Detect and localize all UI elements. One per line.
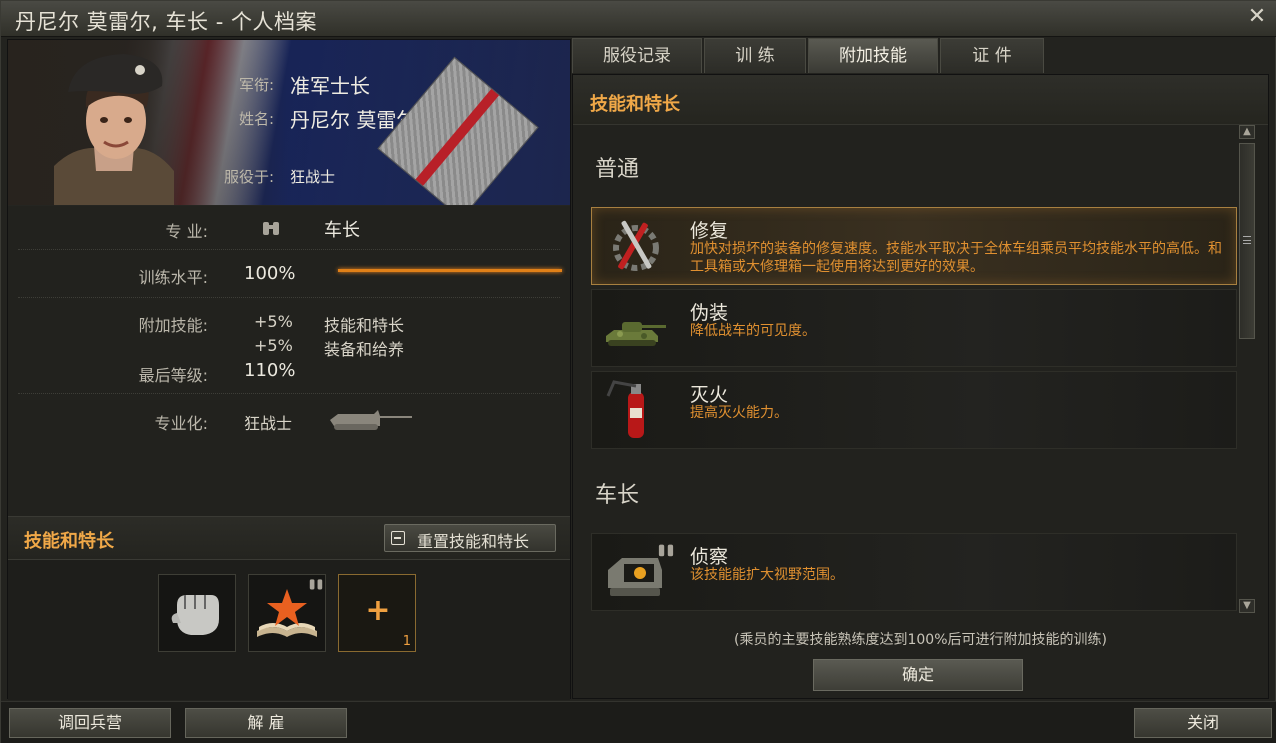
title-bar: 丹尼尔 莫雷尔, 车长 - 个人档案 ✕ bbox=[1, 1, 1276, 37]
tab-training[interactable]: 训 练 bbox=[704, 38, 806, 73]
return-to-barracks-button[interactable]: 调回兵营 bbox=[9, 708, 171, 738]
training-row: 训练水平: 100% bbox=[18, 250, 562, 298]
skills-selection-header: 技能和特长 bbox=[573, 75, 1268, 125]
specialization-label: 专业化: bbox=[154, 414, 208, 433]
skill-slot-brothers-in-arms[interactable] bbox=[158, 574, 236, 652]
bonus-value-2: +5% bbox=[254, 336, 293, 355]
close-button[interactable]: 关闭 bbox=[1134, 708, 1272, 738]
tab-additional-skills[interactable]: 附加技能 bbox=[808, 38, 938, 73]
close-icon[interactable]: ✕ bbox=[1245, 5, 1269, 29]
skill-desc: 加快对损坏的装备的修复速度。技能水平取决于全体车组乘员平均技能水平的高低。和工具… bbox=[690, 241, 1222, 275]
scroll-down-icon[interactable]: ▼ bbox=[1239, 599, 1255, 613]
skills-perks-panel: 技能和特长 重置技能和特长 + 1 bbox=[8, 516, 570, 700]
serves-label: 服役于: bbox=[223, 168, 274, 186]
fist-icon bbox=[171, 595, 219, 635]
add-skill-slot[interactable]: + 1 bbox=[338, 574, 416, 652]
bonus-name-2: 装备和给养 bbox=[324, 340, 405, 359]
skills-panel-title: 技能和特长 bbox=[24, 531, 114, 552]
bonus-label: 附加技能: bbox=[138, 316, 208, 335]
repair-tools-icon bbox=[613, 220, 659, 271]
training-label: 训练水平: bbox=[138, 268, 208, 287]
serves-value: 狂战士 bbox=[290, 168, 336, 186]
skills-selection-panel: 技能和特长 普通 修复 加快对损坏的装备的修复速度。技能水平取决于全体车组乘员平… bbox=[572, 74, 1269, 699]
skills-panel-header: 技能和特长 重置技能和特长 bbox=[8, 516, 570, 560]
specialization-row: 专业化: 狂战士 bbox=[18, 394, 560, 446]
skill-list-scrollbar[interactable]: ▲ ▼ bbox=[1239, 125, 1257, 615]
tab-service-record[interactable]: 服役记录 bbox=[572, 38, 702, 73]
fire-extinguisher-icon bbox=[606, 380, 644, 438]
scroll-thumb[interactable] bbox=[1239, 143, 1255, 339]
final-level-value: 110% bbox=[244, 360, 296, 381]
reset-skills-button[interactable]: 重置技能和特长 bbox=[384, 524, 556, 552]
group-title-commander: 车长 bbox=[595, 483, 640, 508]
reset-skills-label: 重置技能和特长 bbox=[417, 532, 530, 551]
binoculars-icon bbox=[263, 222, 279, 235]
minus-icon bbox=[391, 531, 405, 545]
dismiss-button[interactable]: 解 雇 bbox=[185, 708, 347, 738]
skill-card-camouflage[interactable]: 伪装 降低战车的可见度。 bbox=[591, 289, 1237, 367]
skill-desc: 该技能能扩大视野范围。 bbox=[690, 567, 844, 583]
crew-portrait bbox=[54, 54, 174, 205]
skill-list: 普通 修复 加快对损坏的装备的修复速度。技能水平取决于全体车组乘员平均技能水平的… bbox=[589, 127, 1239, 615]
training-value: 100% bbox=[244, 263, 296, 284]
training-progress-fill bbox=[338, 269, 562, 272]
bonus-row: 附加技能: +5% 技能和特长 +5% 装备和给养 最后等级: 110% bbox=[18, 298, 560, 394]
personal-file-window: 丹尼尔 莫雷尔, 车长 - 个人档案 ✕ 军衔: 准军士长 姓名: 丹尼尔 莫雷… bbox=[0, 0, 1276, 743]
crew-stats: 专 业: 车长 训练水平: 100% 附加技能: +5% 技能和特长 +5% 装… bbox=[8, 206, 570, 516]
skill-desc: 提高灭火能力。 bbox=[690, 405, 788, 421]
skills-selection-title: 技能和特长 bbox=[590, 94, 680, 115]
specialty-label: 专 业: bbox=[165, 222, 208, 241]
skill-slot-sixth-sense[interactable] bbox=[248, 574, 326, 652]
scroll-track[interactable] bbox=[1239, 141, 1255, 597]
bonus-name-1: 技能和特长 bbox=[324, 316, 405, 335]
specialty-value: 车长 bbox=[324, 220, 360, 241]
available-skill-count: 1 bbox=[402, 634, 411, 649]
crew-info-panel: 军衔: 准军士长 姓名: 丹尼尔 莫雷尔 服役于: 狂战士 专 业: 车长 训练… bbox=[7, 39, 571, 700]
final-level-label: 最后等级: bbox=[138, 366, 208, 385]
binoculars-icon bbox=[658, 544, 674, 557]
scroll-up-icon[interactable]: ▲ bbox=[1239, 125, 1255, 139]
specialization-value: 狂战士 bbox=[244, 414, 293, 433]
skill-name: 灭火 bbox=[690, 384, 729, 406]
tab-documents[interactable]: 证 件 bbox=[940, 38, 1044, 73]
specialty-row: 专 业: 车长 bbox=[18, 206, 560, 250]
group-title-common: 普通 bbox=[595, 157, 640, 182]
bottom-action-bar: 调回兵营 解 雇 关闭 bbox=[1, 701, 1276, 743]
training-note: (乘员的主要技能熟练度达到100%后可进行附加技能的训练) bbox=[734, 632, 1107, 648]
rank-value: 准军士长 bbox=[290, 74, 370, 98]
window-title: 丹尼尔 莫雷尔, 车长 - 个人档案 bbox=[15, 10, 317, 34]
training-progress-bar bbox=[338, 269, 562, 272]
skill-name: 修复 bbox=[690, 220, 729, 242]
binoculars-icon bbox=[309, 579, 323, 590]
skill-name: 侦察 bbox=[690, 546, 729, 568]
bonus-value-1: +5% bbox=[254, 312, 293, 331]
skill-card-repair[interactable]: 修复 加快对损坏的装备的修复速度。技能水平取决于全体车组乘员平均技能水平的高低。… bbox=[591, 207, 1237, 285]
tank-silhouette-icon bbox=[330, 410, 412, 430]
plus-icon: + bbox=[365, 593, 391, 628]
skill-card-recon[interactable]: 侦察 该技能能扩大视野范围。 bbox=[591, 533, 1237, 611]
rank-label: 军衔: bbox=[238, 76, 274, 94]
skill-desc: 降低战车的可见度。 bbox=[690, 323, 816, 339]
skill-name: 伪装 bbox=[690, 302, 729, 324]
camouflage-tank-icon bbox=[606, 322, 666, 346]
name-label: 姓名: bbox=[238, 110, 274, 128]
skill-card-firefighting[interactable]: 灭火 提高灭火能力。 bbox=[591, 371, 1237, 449]
confirm-button[interactable]: 确定 bbox=[813, 659, 1023, 691]
tab-bar: 服役记录 训 练 附加技能 证 件 bbox=[572, 38, 1272, 74]
portrait-banner: 军衔: 准军士长 姓名: 丹尼尔 莫雷尔 服役于: 狂战士 bbox=[8, 40, 570, 205]
